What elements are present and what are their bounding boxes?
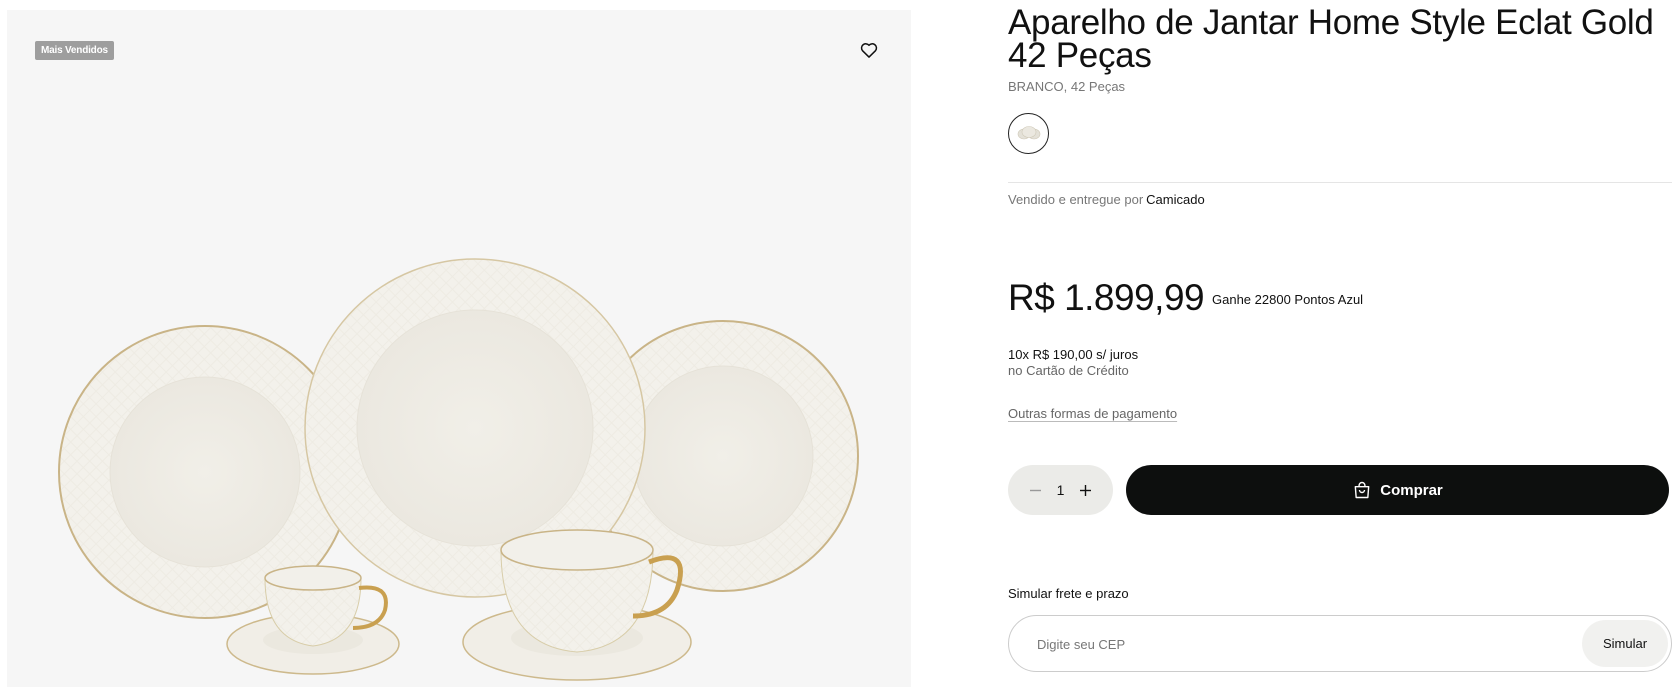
shipping-label: Simular frete e prazo	[1008, 586, 1129, 601]
loyalty-points: Ganhe 22800 Pontos Azul	[1212, 292, 1364, 307]
product-gallery: Mais Vendidos	[7, 10, 911, 687]
variant-label: BRANCO, 42 Peças	[1008, 79, 1126, 94]
product-price: R$ 1.899,99	[1008, 277, 1205, 318]
plus-icon	[1080, 484, 1091, 496]
heart-icon	[860, 43, 878, 58]
product-title: Aparelho de Jantar Home Style Eclat Gold…	[1008, 3, 1654, 75]
seller-name-link[interactable]: Camicado	[1146, 192, 1205, 207]
installments-note: no Cartão de Crédito	[1008, 363, 1129, 378]
product-image[interactable]	[7, 10, 911, 687]
increase-quantity-button[interactable]	[1074, 478, 1098, 502]
buy-button[interactable]: Comprar	[1126, 465, 1669, 515]
cep-input[interactable]	[1037, 634, 1537, 654]
shopping-bag-icon	[1354, 481, 1370, 499]
divider	[1008, 182, 1672, 183]
best-seller-badge: Mais Vendidos	[35, 41, 114, 60]
installments-text: 10x R$ 190,00 s/ juros	[1008, 347, 1139, 362]
buy-button-label: Comprar	[1380, 481, 1443, 499]
favorite-button[interactable]	[859, 40, 879, 60]
decrease-quantity-button[interactable]	[1024, 478, 1048, 502]
variant-swatch[interactable]	[1008, 113, 1049, 154]
plate-thumbnail-icon	[1017, 126, 1041, 140]
quantity-value: 1	[1056, 482, 1065, 498]
seller-info: Vendido e entregue por Camicado	[1008, 192, 1205, 207]
seller-prefix: Vendido e entregue por	[1008, 192, 1144, 207]
product-info-panel: Aparelho de Jantar Home Style Eclat Gold…	[1008, 0, 1672, 687]
other-payments-link[interactable]: Outras formas de pagamento	[1008, 406, 1177, 421]
minus-icon	[1030, 489, 1041, 491]
quantity-stepper: 1	[1008, 465, 1113, 515]
cep-form: Simular	[1008, 615, 1672, 672]
simulate-shipping-button[interactable]: Simular	[1582, 620, 1668, 667]
